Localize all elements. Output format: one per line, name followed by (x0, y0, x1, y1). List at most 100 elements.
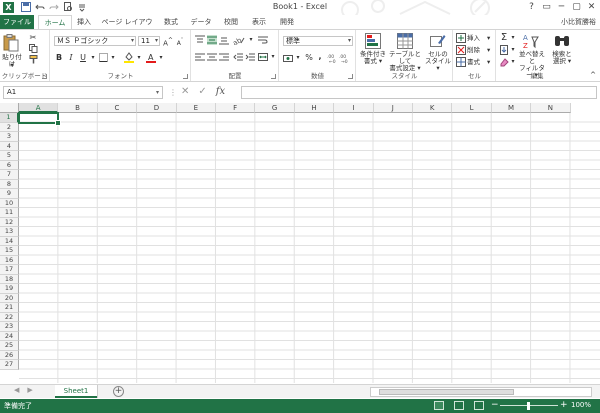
cut-icon[interactable]: ✂ (28, 33, 38, 43)
select-all-corner[interactable] (0, 103, 19, 113)
row-header-14[interactable]: 14 (0, 236, 19, 246)
row-header-7[interactable]: 7 (0, 170, 19, 180)
autosum-dropdown-icon[interactable]: ▾ (508, 33, 518, 43)
bold-button[interactable]: B (54, 53, 64, 63)
row-header-15[interactable]: 15 (0, 246, 19, 256)
format-as-table-icon[interactable] (397, 33, 413, 49)
column-header-c[interactable]: C (97, 103, 138, 113)
row-header-5[interactable]: 5 (0, 151, 19, 161)
column-header-l[interactable]: L (452, 103, 492, 113)
insert-cells-icon[interactable] (456, 33, 466, 43)
column-header-b[interactable]: B (58, 103, 98, 113)
delete-cells-dropdown-icon[interactable]: ▾ (487, 47, 490, 54)
number-format-select[interactable]: 標準 ▾ (283, 36, 353, 46)
zoom-in-button[interactable]: + (560, 400, 568, 410)
cell-styles-label[interactable]: セルの スタイル ▾ (423, 51, 453, 72)
find-select-label[interactable]: 検索と 選択 ▾ (549, 51, 575, 65)
close-button[interactable]: ✕ (585, 1, 598, 13)
row-header-22[interactable]: 22 (0, 312, 19, 322)
column-header-h[interactable]: H (294, 103, 335, 113)
paste-icon[interactable] (3, 34, 19, 52)
borders-dropdown-icon[interactable]: ▾ (108, 53, 118, 63)
row-header-1[interactable]: 1 (0, 113, 19, 123)
decrease-font-size-icon[interactable]: Aˇ (175, 36, 185, 47)
row-header-13[interactable]: 13 (0, 227, 19, 237)
redo-icon[interactable] (48, 2, 59, 13)
column-header-e[interactable]: E (176, 103, 216, 113)
insert-cells-label[interactable]: 挿入 (467, 35, 480, 42)
format-painter-icon[interactable] (28, 55, 38, 65)
tab-formulas[interactable]: 数式 (160, 15, 182, 29)
tab-view[interactable]: 表示 (248, 15, 270, 29)
underline-button[interactable]: U (78, 53, 88, 63)
underline-dropdown-icon[interactable]: ▾ (88, 53, 98, 63)
horizontal-scrollbar[interactable] (370, 387, 592, 397)
customize-qat-icon[interactable] (76, 2, 87, 13)
font-color-icon[interactable]: A (146, 52, 156, 63)
sheet-prev-icon[interactable]: ◀ (14, 386, 19, 394)
tab-file[interactable]: ファイル (0, 15, 34, 29)
column-header-j[interactable]: J (373, 103, 413, 113)
row-header-19[interactable]: 19 (0, 284, 19, 294)
column-header-m[interactable]: M (491, 103, 532, 113)
row-header-4[interactable]: 4 (0, 141, 19, 151)
cell-styles-icon[interactable] (430, 33, 446, 49)
zoom-out-button[interactable]: − (491, 400, 499, 410)
cell-area[interactable] (19, 113, 600, 383)
horizontal-scroll-thumb[interactable] (379, 389, 514, 395)
row-header-16[interactable]: 16 (0, 255, 19, 265)
percent-style-button[interactable]: % (304, 53, 314, 63)
row-header-23[interactable]: 23 (0, 322, 19, 332)
row-header-26[interactable]: 26 (0, 350, 19, 360)
ribbon-display-options-icon[interactable]: ▭ (540, 1, 553, 13)
row-header-9[interactable]: 9 (0, 189, 19, 199)
copy-icon[interactable] (28, 44, 38, 54)
font-color-dropdown-icon[interactable]: ▾ (156, 53, 166, 63)
row-header-2[interactable]: 2 (0, 122, 19, 132)
font-name-select[interactable]: ＭＳ Ｐゴシック ▾ (54, 36, 136, 46)
format-cells-dropdown-icon[interactable]: ▾ (487, 59, 490, 66)
conditional-formatting-label[interactable]: 条件付き 書式 ▾ (357, 51, 389, 65)
orientation-dropdown-icon[interactable]: ▾ (246, 35, 256, 45)
row-header-17[interactable]: 17 (0, 265, 19, 275)
maximize-button[interactable]: ▢ (570, 1, 583, 13)
increase-font-size-icon[interactable]: A^ (163, 36, 173, 47)
collapse-ribbon-icon[interactable]: ^ (588, 70, 598, 80)
fill-color-dropdown-icon[interactable]: ▾ (134, 53, 144, 63)
user-account-name[interactable]: 小比賀勝裕 (561, 15, 596, 29)
row-header-6[interactable]: 6 (0, 160, 19, 170)
italic-button[interactable]: I (66, 53, 76, 63)
align-right-icon[interactable] (219, 52, 229, 62)
column-header-k[interactable]: K (413, 103, 453, 113)
column-header-g[interactable]: G (255, 103, 295, 113)
help-icon[interactable]: ? (525, 1, 538, 13)
excel-app-icon[interactable]: X (3, 2, 14, 13)
minimize-button[interactable]: ─ (555, 1, 568, 13)
row-header-24[interactable]: 24 (0, 331, 19, 341)
accounting-format-icon[interactable] (283, 53, 293, 63)
add-sheet-button[interactable]: + (113, 386, 124, 397)
delete-cells-label[interactable]: 削除 (467, 47, 480, 54)
undo-icon[interactable] (34, 2, 45, 13)
clipboard-launcher-icon[interactable] (42, 74, 47, 79)
sort-filter-icon[interactable]: AZ (523, 33, 539, 50)
row-header-18[interactable]: 18 (0, 274, 19, 284)
zoom-level[interactable]: 100% (571, 401, 591, 409)
sheet-next-icon[interactable]: ▶ (27, 386, 32, 394)
save-icon[interactable] (20, 2, 31, 13)
row-header-25[interactable]: 25 (0, 341, 19, 351)
align-middle-icon[interactable] (207, 35, 217, 45)
number-launcher-icon[interactable] (348, 74, 353, 79)
row-header-20[interactable]: 20 (0, 293, 19, 303)
borders-icon[interactable] (98, 53, 108, 63)
tab-insert[interactable]: 挿入 (74, 15, 94, 29)
alignment-launcher-icon[interactable] (271, 74, 276, 79)
row-header-8[interactable]: 8 (0, 179, 19, 189)
column-header-d[interactable]: D (137, 103, 177, 113)
name-box-dropdown-icon[interactable]: ▾ (156, 87, 159, 98)
increase-decimal-icon[interactable]: .00 ←0 (327, 53, 337, 65)
column-header-n[interactable]: N (531, 103, 571, 113)
wrap-text-icon[interactable] (258, 35, 268, 45)
align-center-icon[interactable] (207, 52, 217, 62)
page-layout-view-icon[interactable] (454, 401, 464, 410)
